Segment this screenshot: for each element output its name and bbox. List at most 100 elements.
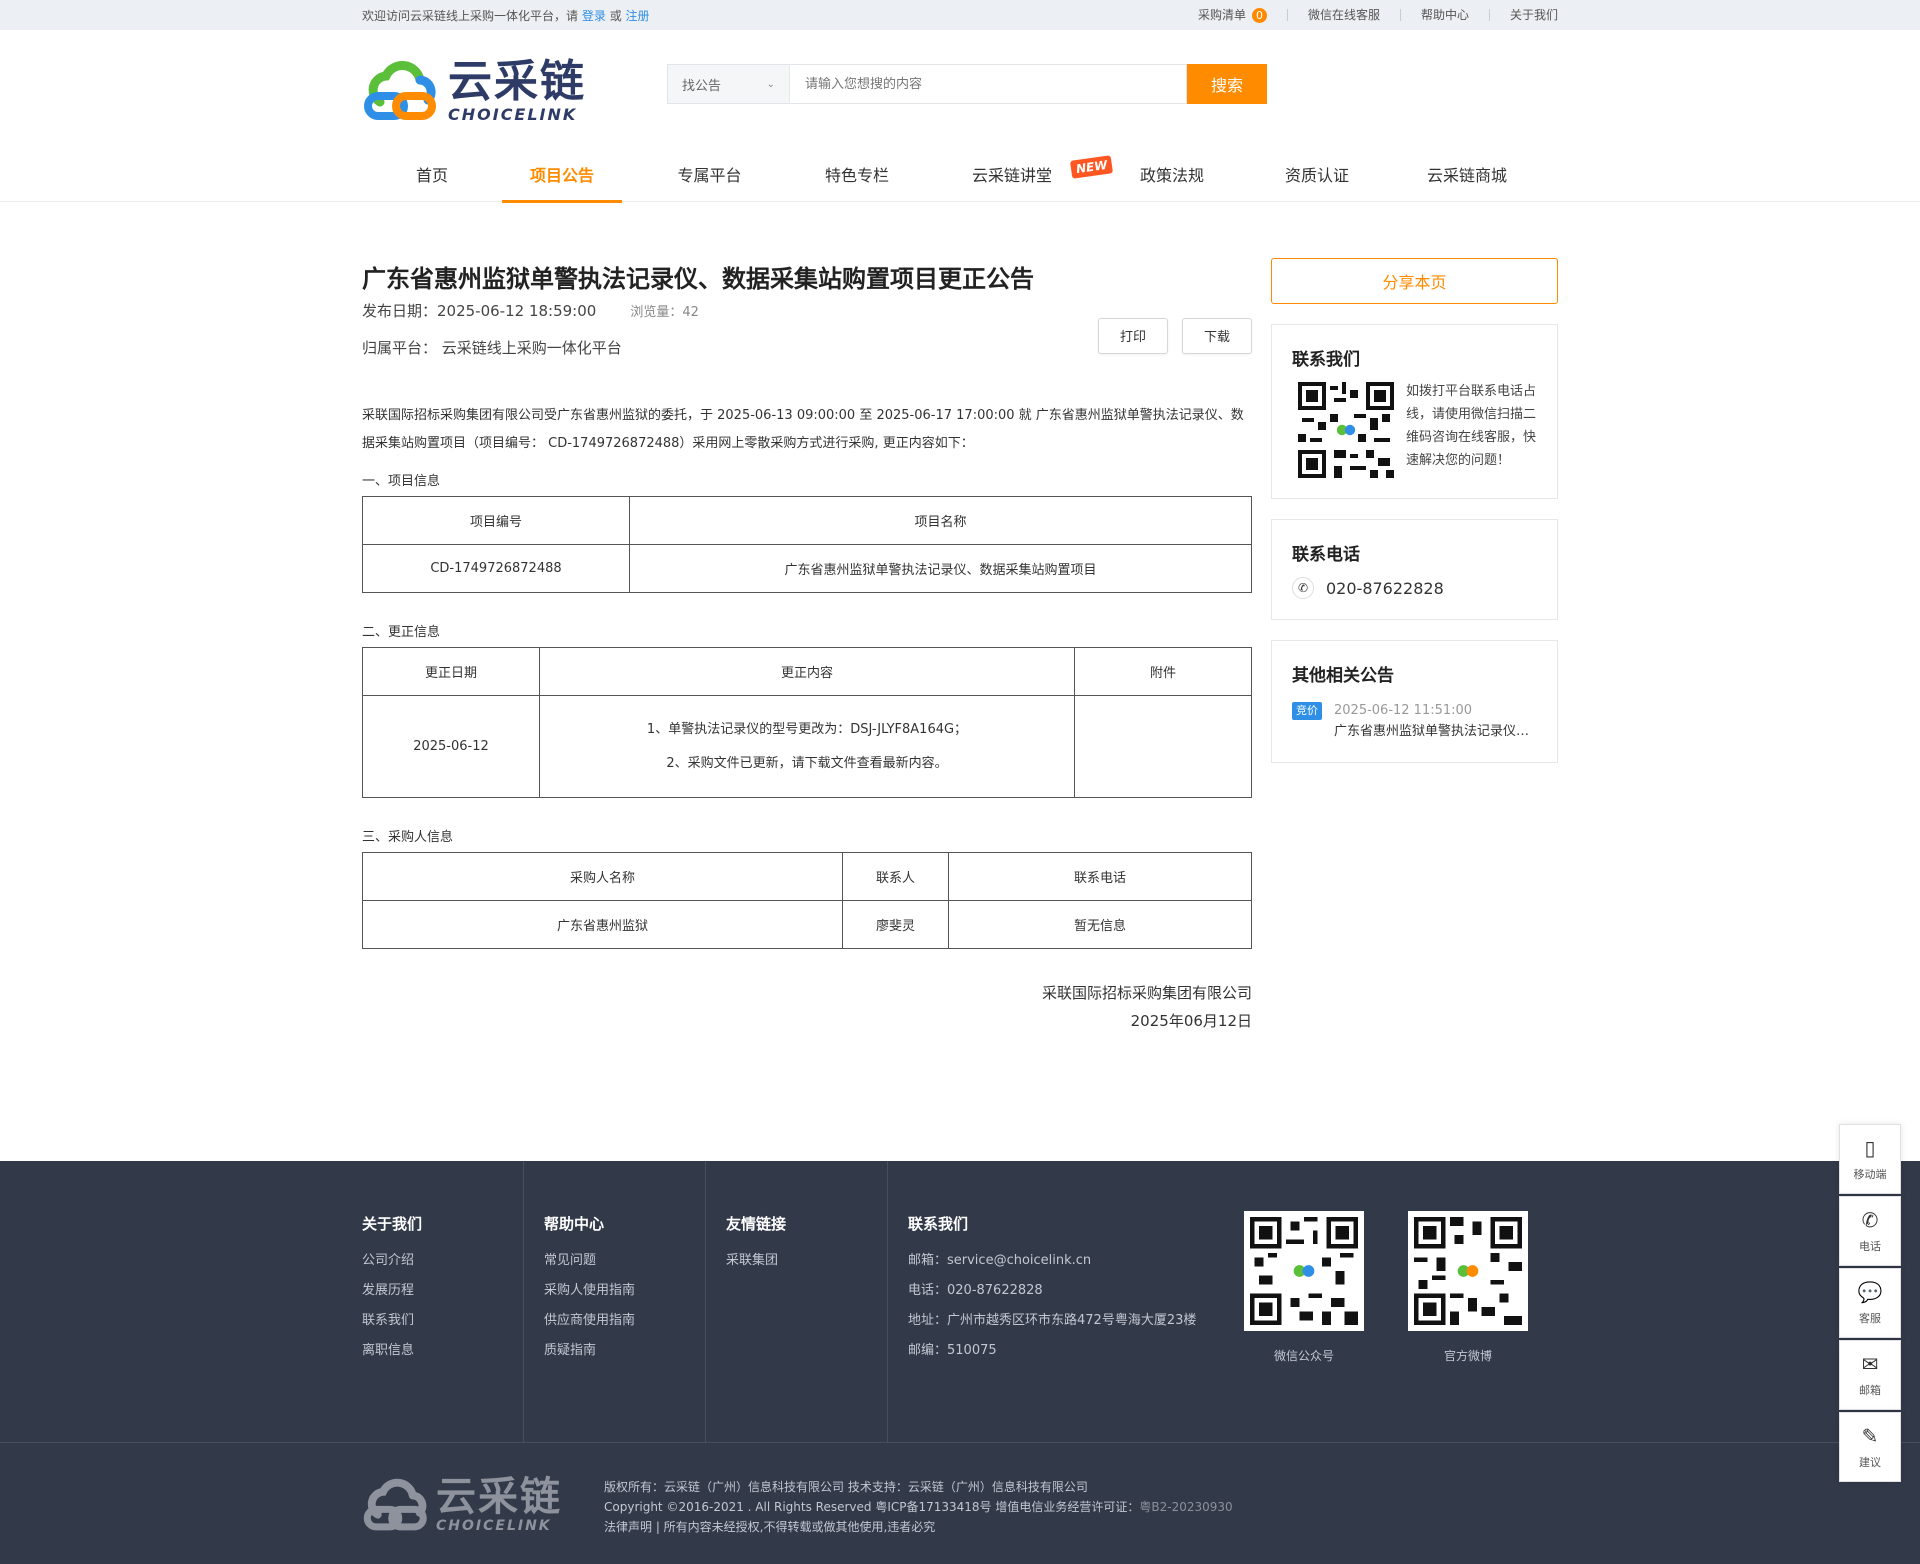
about-us-link[interactable]: 关于我们 [1488,9,1558,21]
customer-service-button[interactable]: 💬 客服 [1839,1268,1901,1338]
qr-code-icon [1250,1217,1358,1325]
table-header: 附件 [1074,647,1252,696]
publish-date: 发布日期：2025-06-12 18:59:00 [362,302,597,320]
table-header: 联系人 [842,852,949,901]
weibo-qr-caption: 官方微博 [1443,1349,1492,1363]
article: 广东省惠州监狱单警执法记录仪、数据采集站购置项目更正公告 发布日期：2025-0… [362,262,1252,1035]
sign-date: 2025年06月12日 [1130,1012,1252,1030]
chat-bubble-icon: 💬 [1857,1280,1883,1304]
nav-item-lecture[interactable]: 云采链讲堂 NEW [917,150,1114,202]
section-correction-title: 二、更正信息 [362,625,441,640]
weibo-qr: 官方微博 [1390,1161,1546,1443]
search-bar: 找公告 ⌄ 搜索 [667,64,1267,104]
footer-link[interactable]: 供应商使用指南 [544,1306,705,1336]
table-header: 更正日期 [362,647,540,696]
print-button[interactable]: 打印 [1098,317,1168,354]
footer-friend-links: 友情链接 采联集团 [706,1161,888,1443]
table-cell: 廖斐灵 [842,900,949,949]
footer-link[interactable]: 采联集团 [726,1246,887,1276]
table-header: 联系电话 [948,852,1252,901]
footer-link[interactable]: 质疑指南 [544,1336,705,1366]
article-title: 广东省惠州监狱单警执法记录仪、数据采集站购置项目更正公告 [362,265,1034,293]
table-cell: 2025-06-12 [362,695,540,798]
related-date: 2025-06-12 11:51:00 [1334,703,1473,718]
nav-item-qualification[interactable]: 资质认证 [1237,150,1397,202]
logo-english: CHOICELINK [448,104,578,124]
list-item[interactable]: 竞价 2025-06-12 11:51:00 广东省惠州监狱单警执法记录仪、数据… [1292,700,1537,742]
nav-item-featured[interactable]: 特色专栏 [797,150,917,202]
table-cell: 暂无信息 [948,900,1252,949]
section-project-info-title: 一、项目信息 [362,474,441,489]
wechat-qr: 微信公众号 [1226,1161,1382,1443]
footer-link[interactable]: 离职信息 [362,1336,523,1366]
nav-item-exclusive-platform[interactable]: 专属平台 [622,150,797,202]
footer-help: 帮助中心 常见问题 采购人使用指南 供应商使用指南 质疑指南 [524,1161,706,1443]
phone-icon: ✆ [1292,577,1314,599]
phone-button[interactable]: ✆ 电话 [1839,1196,1901,1266]
qr-code-icon [1414,1217,1522,1325]
footer-link[interactable]: 联系我们 [362,1306,523,1336]
nav-item-policy[interactable]: 政策法规 [1107,150,1237,202]
wechat-service-link[interactable]: 微信在线客服 [1286,9,1400,21]
login-link[interactable]: 登录 [582,9,606,23]
share-button[interactable]: 分享本页 [1271,258,1558,304]
main-content: 广东省惠州监狱单警执法记录仪、数据采集站购置项目更正公告 发布日期：2025-0… [0,202,1920,1035]
related-title: 其他相关公告 [1292,666,1394,686]
table-header: 更正内容 [539,647,1075,696]
table-cell: CD-1749726872488 [362,544,630,593]
attachment-cell [1074,695,1252,798]
project-info-table: 项目编号 项目名称 CD-1749726872488 广东省惠州监狱单警执法记录… [362,496,1252,593]
mobile-phone-icon: ▯ [1864,1136,1876,1160]
table-row: CD-1749726872488 广东省惠州监狱单警执法记录仪、数据采集站购置项… [362,544,1252,593]
header: 云采链 CHOICELINK 找公告 ⌄ 搜索 [0,30,1920,150]
nav-item-mall[interactable]: 云采链商城 [1397,150,1537,202]
phone-number: 020-87622828 [1326,578,1444,598]
correction-table: 更正日期 更正内容 附件 2025-06-12 1、单警执法记录仪的型号更改为：… [362,647,1252,798]
nav-item-home[interactable]: 首页 [362,150,502,202]
sidebar: 分享本页 联系我们 如拨打平台联系电话占线，请使用微信扫描二维码咨询在线客服，快… [1271,258,1558,1035]
mail-icon: ✉ [1861,1352,1879,1376]
search-input[interactable] [789,64,1187,104]
related-name: 广东省惠州监狱单警执法记录仪、数据采集站购置项目 [1334,724,1534,739]
footer-contact: 联系我们 邮箱：service@choicelink.cn 电话：020-876… [908,1215,1197,1358]
feedback-button[interactable]: ✎ 建议 [1839,1412,1901,1482]
help-center-link[interactable]: 帮助中心 [1399,9,1489,21]
contact-title: 联系我们 [1292,350,1360,370]
qr-code-icon [1298,382,1394,478]
signature: 采联国际招标采购集团有限公司 2025年06月12日 [362,979,1252,1035]
table-row: 广东省惠州监狱 廖斐灵 暂无信息 [362,900,1252,949]
table-row: 2025-06-12 1、单警执法记录仪的型号更改为：DSJ-JLYF8A164… [362,695,1252,798]
contact-text: 如拨打平台联系电话占线，请使用微信扫描二维码咨询在线客服，快速解决您的问题！ [1406,384,1537,468]
site-logo[interactable]: 云采链 CHOICELINK [362,58,586,124]
cloud-link-logo-icon [363,1478,427,1531]
table-cell: 广东省惠州监狱 [362,900,843,949]
legal-statement[interactable]: 法律声明 | 所有内容未经授权,不得转载或做其他使用,违者必究 [604,1517,1233,1537]
download-button[interactable]: 下载 [1182,317,1252,354]
search-button[interactable]: 搜索 [1187,64,1267,104]
footer-link[interactable]: 常见问题 [544,1246,705,1276]
footer-link[interactable]: 采购人使用指南 [544,1276,705,1306]
footer-link[interactable]: 发展历程 [362,1276,523,1306]
table-header: 采购人名称 [362,852,843,901]
view-count: 浏览量：42 [630,305,699,320]
main-nav: 首页 项目公告 专属平台 特色专栏 云采链讲堂 NEW 政策法规 资质认证 云采… [0,150,1920,203]
license-number: 粤B2-20230930 [1139,1500,1233,1514]
table-cell: 广东省惠州监狱单警执法记录仪、数据采集站购置项目 [629,544,1252,593]
platform-label: 归属平台： 云采链线上采购一体化平台 [362,339,622,357]
related-card: 其他相关公告 竞价 2025-06-12 11:51:00 广东省惠州监狱单警执… [1271,640,1558,763]
mobile-button[interactable]: ▯ 移动端 [1839,1124,1901,1194]
welcome-text: 欢迎访问云采链线上采购一体化平台，请 登录 或 注册 [362,8,650,23]
cart-link[interactable]: 采购清单 0 [1178,7,1287,23]
table-header: 项目名称 [629,496,1252,545]
table-header: 项目编号 [362,496,630,545]
footer-link[interactable]: 公司介绍 [362,1246,523,1276]
contact-us-card: 联系我们 如拨打平台联系电话占线，请使用微信扫描二维码咨询在线客服，快速解决您的… [1271,324,1558,499]
register-link[interactable]: 注册 [626,9,650,23]
email-button[interactable]: ✉ 邮箱 [1839,1340,1901,1410]
footer-logo: 云采链 CHOICELINK [362,1473,604,1537]
nav-item-announcements[interactable]: 项目公告 [502,150,622,203]
phone-card: 联系电话 ✆ 020-87622828 [1271,519,1558,620]
search-type-select[interactable]: 找公告 ⌄ [667,64,789,104]
logo-chinese: 云采链 [448,55,586,107]
purchaser-table: 采购人名称 联系人 联系电话 广东省惠州监狱 廖斐灵 暂无信息 [362,852,1252,949]
